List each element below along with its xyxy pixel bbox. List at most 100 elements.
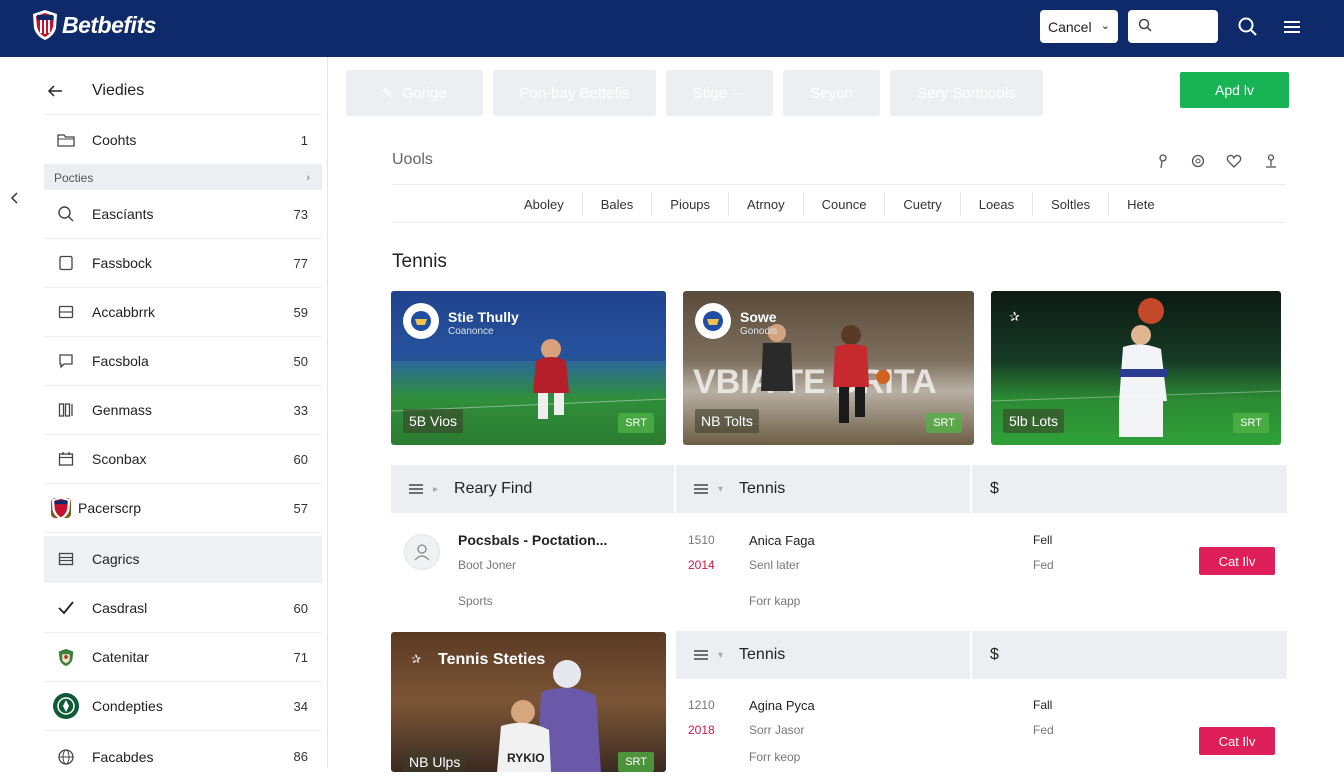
search-icon[interactable]	[1237, 16, 1259, 38]
sidebar-item-label: Coohts	[92, 132, 137, 148]
sidebar-item-genmass[interactable]: Genmass 33	[44, 386, 322, 435]
row-player[interactable]: Anica Faga	[749, 533, 815, 548]
card-stat: NB Ulps	[403, 750, 467, 772]
header-label: $	[990, 480, 999, 497]
filter-chip-seyon[interactable]: Seyon	[783, 70, 880, 116]
sidebar-item-easciants[interactable]: Eascíants 73	[44, 190, 322, 239]
tab-aboley[interactable]: Aboley	[506, 192, 583, 216]
heart-icon[interactable]	[1226, 153, 1242, 169]
tab-hete[interactable]: Hete	[1109, 192, 1172, 216]
section-label: Pocties	[54, 170, 94, 185]
search-icon	[1138, 18, 1152, 32]
tab-bales[interactable]: Bales	[583, 192, 653, 216]
user-icon[interactable]	[1263, 153, 1279, 169]
tag-icon[interactable]	[1190, 153, 1206, 169]
sidebar-item-label: Fassbock	[92, 255, 152, 271]
row-title[interactable]: Pocsbals - Poctation...	[458, 532, 607, 548]
chip-label: Seyon	[810, 84, 853, 102]
table-header-cell[interactable]: ▾ Tennis	[676, 465, 970, 513]
sidebar-item-pacerscrp[interactable]: Pacerscrp 57	[44, 484, 322, 533]
tab-pioups[interactable]: Pioups	[652, 192, 730, 216]
sidebar-item-sconbax[interactable]: Sconbax 60	[44, 435, 322, 484]
cat-button[interactable]: Cat Ilv	[1199, 727, 1275, 755]
sidebar-item-fassbock[interactable]: Fassbock 77	[44, 239, 322, 288]
list-icon	[56, 549, 76, 569]
collapse-arrow-icon[interactable]	[8, 191, 22, 205]
square-icon	[56, 253, 76, 273]
table-header-cell[interactable]: ▸ Reary Find	[391, 465, 674, 513]
filter-chip-gorige[interactable]: ✎ Gorige	[346, 70, 483, 116]
event-card-3[interactable]: ✰ 5lb Lots SRT	[991, 291, 1281, 445]
sidebar-item-facabdes[interactable]: Facabdes 86	[44, 732, 322, 781]
chip-label: Sery Sortbools	[917, 84, 1016, 102]
header-label: Tennis	[739, 480, 786, 497]
sidebar-item-accabbrrk[interactable]: Accabbrrk 59	[44, 288, 322, 337]
header-label: Tennis	[739, 646, 786, 663]
sidebar-item-count: 60	[293, 600, 308, 616]
calendar-icon	[56, 449, 76, 469]
chevron-down-icon: ▾	[718, 649, 724, 661]
event-card-2[interactable]: VBIA TE DRITA Sowe Gonodis NB Tolts SRT	[683, 291, 974, 445]
team-logo-icon	[695, 303, 731, 339]
tab-atrnoy[interactable]: Atrnoy	[729, 192, 804, 216]
shield-logo-icon	[51, 496, 71, 520]
tools-tab-bar: Aboley Bales Pioups Atrnoy Counce Cuetry…	[506, 192, 1173, 216]
list-icon	[409, 484, 423, 494]
sidebar-item-label: Genmass	[92, 402, 152, 418]
sidebar-item-catenitar[interactable]: Catenitar 71	[44, 633, 322, 682]
brand-logo[interactable]: Betbefits	[32, 9, 156, 41]
tab-loeas[interactable]: Loeas	[961, 192, 1034, 216]
svg-text:RYKIO: RYKIO	[507, 751, 545, 765]
chevron-down-icon: ▾	[718, 483, 724, 495]
sidebar-item-count: 71	[293, 649, 308, 665]
cat-button[interactable]: Cat Ilv	[1199, 547, 1275, 575]
row-player-sub: Senl later	[749, 558, 800, 572]
sidebar-item-facsbola[interactable]: Facsbola 50	[44, 337, 322, 386]
cancel-select[interactable]: Cancel ⌄	[1040, 10, 1118, 43]
event-card-1[interactable]: Stie Thully Coanonce 5B Vios SRT	[391, 291, 666, 445]
sidebar-item-condepties[interactable]: Condepties 34	[44, 682, 322, 731]
sidebar-item-coohts[interactable]: Coohts 1	[44, 116, 322, 165]
table-header-cell[interactable]: $	[972, 631, 1287, 679]
tools-heading: Uools	[392, 151, 433, 168]
table-header-cell[interactable]: ▾ Tennis	[676, 631, 970, 679]
sidebar-item-count: 33	[293, 402, 308, 418]
sidebar-item-label: Casdrasl	[92, 600, 148, 616]
sidebar-item-count: 77	[293, 255, 308, 271]
tab-cuetry[interactable]: Cuetry	[885, 192, 961, 216]
sidebar-item-count: 57	[293, 500, 308, 516]
sidebar-item-label: Catenitar	[92, 649, 149, 665]
sidebar-section-header[interactable]: Pocties ›	[44, 165, 322, 190]
apply-button[interactable]: Apd lv	[1180, 72, 1289, 108]
card-subtitle: Gonodis	[740, 326, 778, 337]
row-status-sub: Fed	[1033, 723, 1054, 737]
team-logo-icon	[403, 303, 439, 339]
sidebar-item-count: 60	[293, 451, 308, 467]
sidebar-item-label: Facabdes	[92, 748, 154, 765]
row-status: Fall	[1033, 698, 1053, 712]
avatar[interactable]	[404, 534, 440, 570]
card-tag: SRT	[618, 752, 654, 772]
chevron-right-icon: ▸	[433, 483, 439, 495]
table-header-cell[interactable]: $	[972, 465, 1287, 513]
list-icon	[694, 484, 708, 494]
filter-chip-sery-sortbools[interactable]: Sery Sortbools	[890, 70, 1043, 116]
row-player[interactable]: Agina Pyca	[749, 698, 815, 713]
promo-card[interactable]: RYKIO ✰ Tennis Steties NB Ulps SRT	[391, 632, 666, 772]
sidebar-item-cagrics[interactable]: Cagrics	[44, 536, 322, 583]
menu-icon[interactable]	[1281, 16, 1303, 38]
card-stat: 5B Vios	[403, 409, 463, 433]
sidebar: Viedies Coohts 1 Pocties › Eascíants 73 …	[0, 57, 328, 768]
sidebar-item-label: Condepties	[92, 698, 163, 714]
back-arrow-icon[interactable]	[46, 81, 66, 101]
filter-chip-pon-bay[interactable]: Pon-bay Bettefis	[493, 70, 656, 116]
sidebar-item-label: Cagrics	[92, 551, 140, 567]
tab-soltles[interactable]: Soltles	[1033, 192, 1110, 216]
pin-icon[interactable]	[1155, 153, 1171, 169]
columns-icon	[56, 400, 76, 420]
chip-label: Pon-bay Bettefis	[519, 84, 630, 102]
filter-chip-stige[interactable]: Stige ···	[666, 70, 773, 116]
tab-counce[interactable]: Counce	[804, 192, 886, 216]
sidebar-item-casdrasl[interactable]: Casdrasl 60	[44, 584, 322, 633]
card-tag: SRT	[618, 413, 654, 433]
